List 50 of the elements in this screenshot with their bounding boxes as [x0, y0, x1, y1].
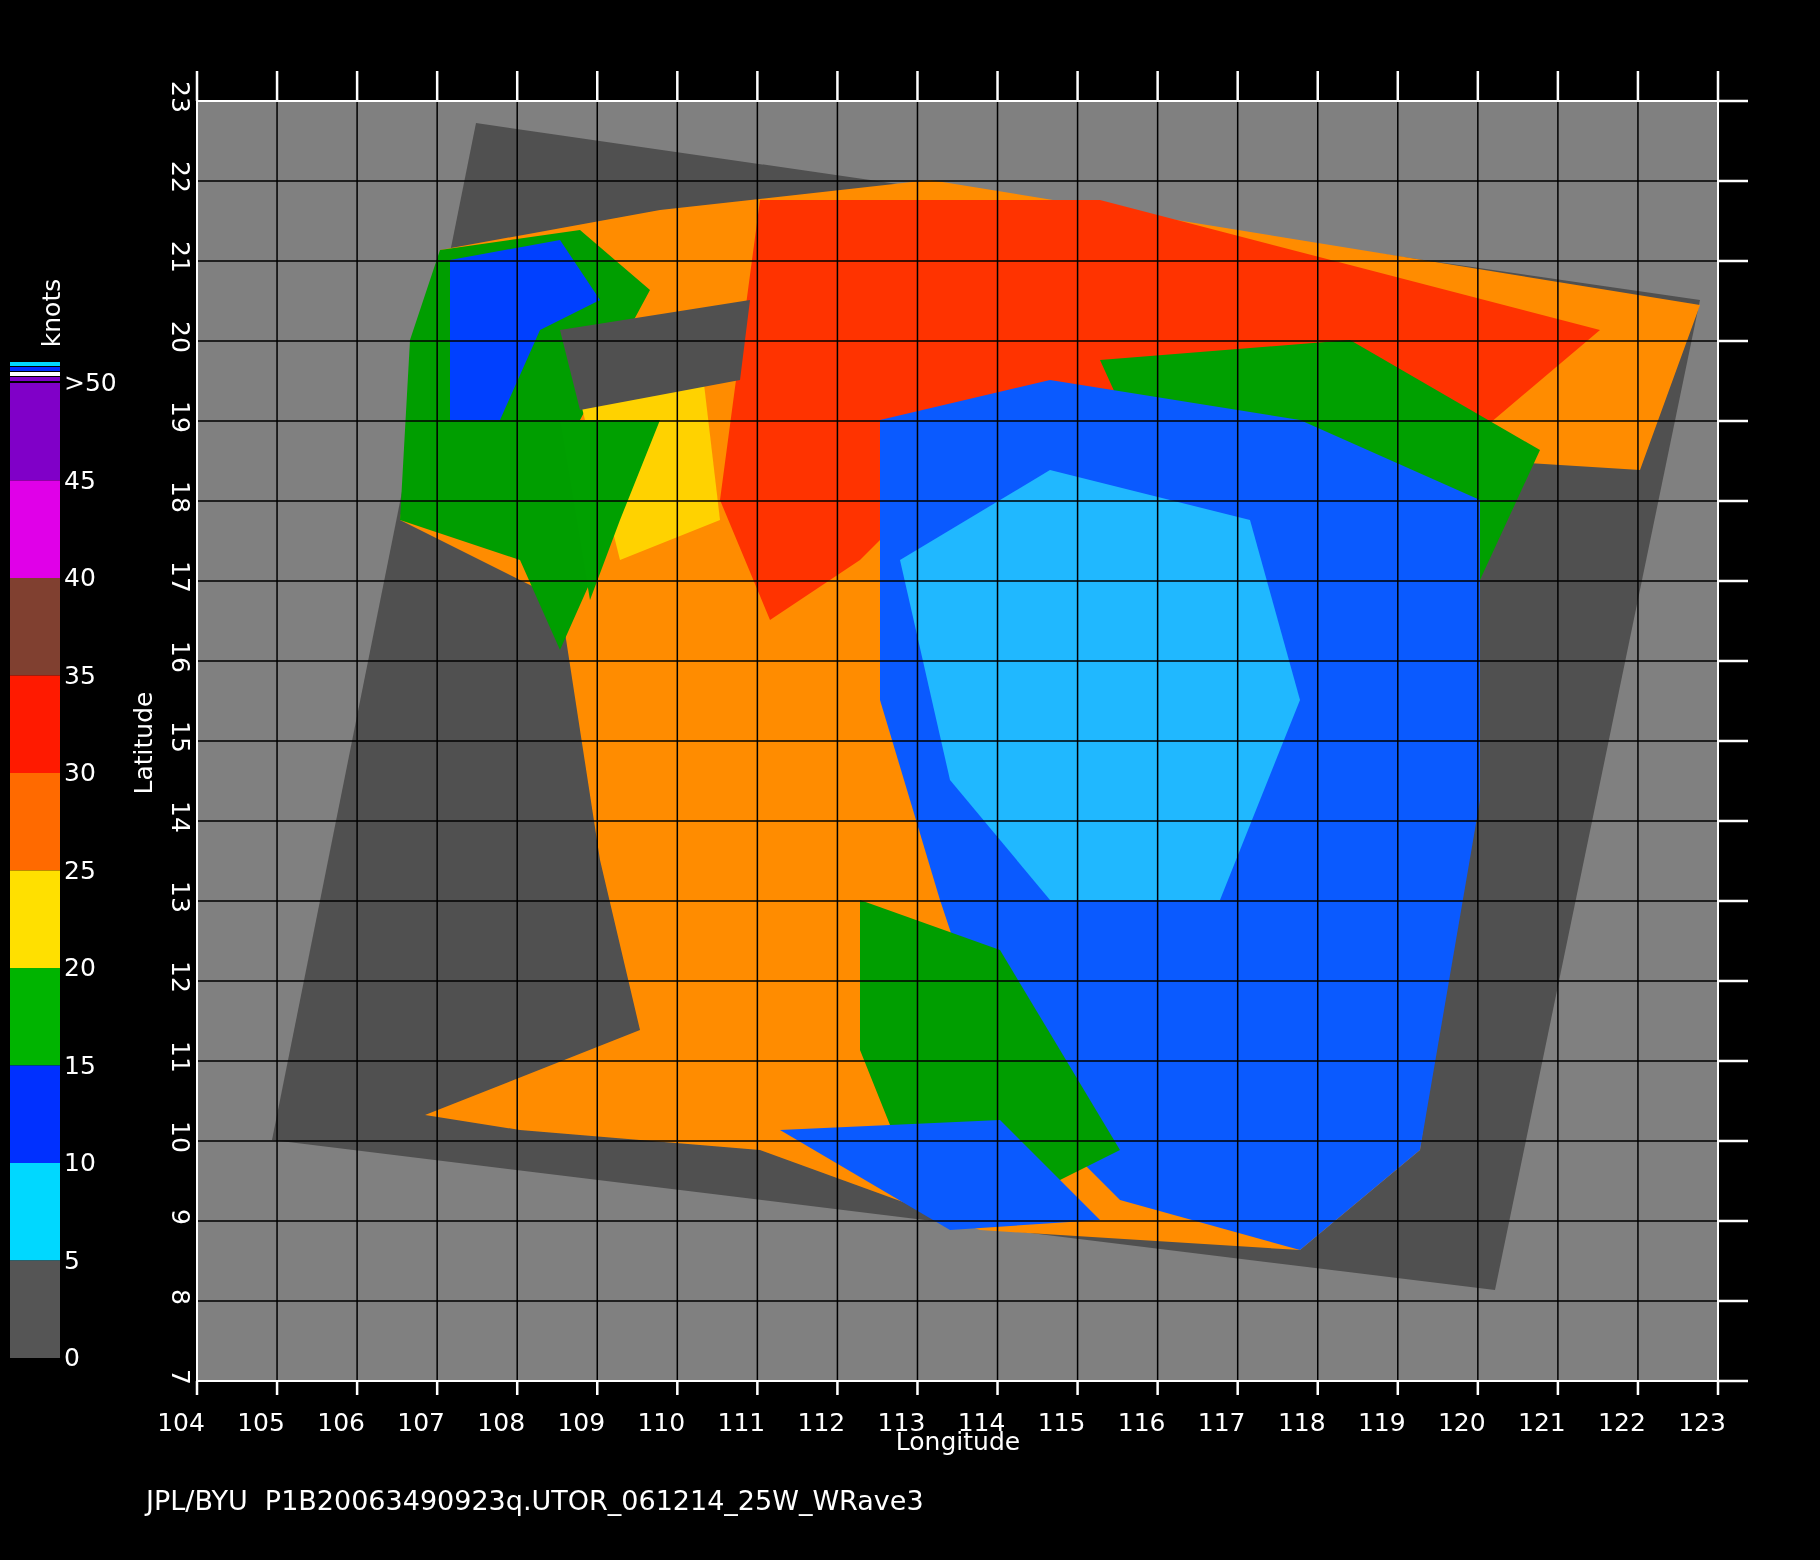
x-tick-label: 115 [1037, 1408, 1086, 1437]
colorbar-label: 30 [64, 758, 96, 787]
colorbar-label: 45 [64, 465, 96, 495]
y-tick-label: 11 [166, 1041, 195, 1073]
colorbar-unit: knots [37, 278, 66, 348]
y-tick-label: 10 [166, 1121, 195, 1153]
y-tick-label: 15 [166, 721, 195, 753]
y-tick-label: 22 [166, 161, 195, 193]
colorbar-label: >50 [64, 368, 117, 397]
y-tick-label: 18 [166, 481, 195, 513]
x-tick-label: 108 [477, 1408, 526, 1437]
y-tick-label: 16 [166, 641, 195, 673]
y-tick-label: 20 [166, 321, 195, 353]
y-tick-label: 12 [166, 961, 195, 993]
x-tick-label: 105 [237, 1408, 285, 1437]
x-tick-label: 104 [157, 1408, 205, 1437]
colorbar-cap [10, 362, 60, 381]
y-tick-label: 19 [166, 401, 195, 433]
colorbar-label: 20 [64, 953, 96, 982]
x-tick-label: 107 [397, 1408, 445, 1437]
colorbar-label: 10 [64, 1148, 96, 1177]
colorbar-label: 5 [64, 1245, 80, 1275]
x-tick-label: 121 [1518, 1408, 1566, 1437]
x-tick-label: 111 [717, 1408, 766, 1437]
x-tick-label: 106 [317, 1408, 365, 1437]
colorbar-label: 35 [64, 660, 96, 690]
colorbar-label: 25 [64, 855, 96, 885]
x-tick-label: 109 [557, 1408, 606, 1437]
y-tick-label: 17 [166, 561, 195, 593]
colorbar-label: 40 [64, 563, 96, 592]
colorbar-label: 15 [64, 1050, 96, 1080]
x-tick-label: 110 [637, 1408, 686, 1437]
x-tick-label: 116 [1117, 1408, 1166, 1437]
colorbar-label: 0 [64, 1343, 80, 1372]
y-tick-label: 14 [166, 801, 195, 833]
caption: JPL/BYU P1B20063490923q.UTOR_061214_25W_WRave3 [146, 1485, 924, 1516]
y-tick-label: 13 [166, 881, 195, 913]
x-tick-label: 119 [1357, 1408, 1406, 1437]
y-tick-label: 7 [166, 1369, 195, 1385]
y-axis-title: Latitude [129, 691, 158, 795]
x-tick-label: 123 [1678, 1408, 1726, 1437]
x-tick-label: 122 [1598, 1408, 1646, 1437]
x-tick-label: 112 [797, 1408, 846, 1437]
y-tick-label: 23 [166, 81, 195, 113]
y-tick-label: 8 [166, 1289, 195, 1305]
x-tick-label: 118 [1277, 1408, 1326, 1437]
y-tick-label: 21 [166, 241, 195, 273]
x-tick-label: 120 [1438, 1408, 1486, 1437]
x-tick-label: 117 [1197, 1408, 1246, 1437]
y-tick-label: 9 [166, 1209, 195, 1225]
